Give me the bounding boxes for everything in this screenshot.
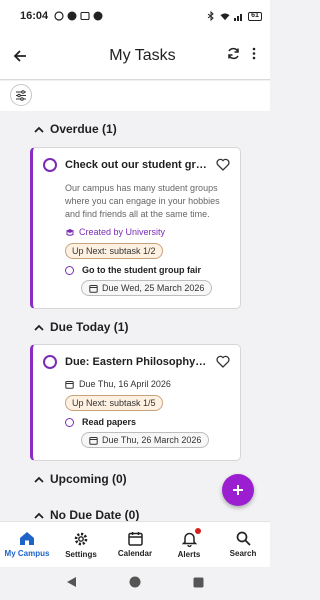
photo-icon bbox=[80, 11, 90, 21]
subtask-due-chip: Due Thu, 26 March 2026 bbox=[81, 432, 210, 448]
calendar-icon bbox=[89, 284, 98, 293]
nav-label: Search bbox=[229, 549, 257, 558]
nav-label: My Campus bbox=[4, 549, 50, 558]
circle-home-icon bbox=[129, 576, 141, 587]
section-upcoming-header[interactable]: Upcoming (0) bbox=[34, 472, 127, 486]
alert-dot bbox=[195, 528, 201, 534]
task-title: Check out our student groups! bbox=[65, 159, 208, 171]
filter-bar bbox=[0, 81, 270, 111]
signal-icon bbox=[234, 11, 244, 21]
section-due-today-label: Due Today (1) bbox=[50, 320, 129, 334]
back-button[interactable] bbox=[0, 49, 40, 63]
task-complete-checkbox[interactable] bbox=[43, 355, 57, 369]
filter-button[interactable] bbox=[10, 84, 32, 106]
page-title: My Tasks bbox=[109, 46, 176, 64]
system-nav-bar bbox=[0, 567, 270, 600]
app-bar: My Tasks bbox=[0, 32, 270, 80]
section-overdue-label: Overdue (1) bbox=[50, 122, 117, 136]
more-options-button[interactable] bbox=[252, 47, 256, 65]
chevron-up-icon bbox=[34, 126, 44, 133]
section-overdue-header[interactable]: Overdue (1) bbox=[34, 122, 117, 136]
bell-icon bbox=[181, 532, 197, 547]
nav-label: Alerts bbox=[177, 549, 201, 559]
triangle-back-icon bbox=[67, 576, 76, 587]
refresh-icon bbox=[228, 47, 239, 59]
chevron-up-icon bbox=[34, 512, 44, 519]
task-description: Our campus has many student groups where… bbox=[65, 183, 220, 219]
section-upcoming-label: Upcoming (0) bbox=[50, 472, 127, 486]
wifi-icon bbox=[220, 11, 230, 21]
nav-search[interactable]: Search bbox=[216, 522, 270, 567]
task-card[interactable]: Due: Eastern Philosophy fina... Due Thu,… bbox=[30, 344, 241, 461]
subtask-due-date: Due Thu, 26 March 2026 bbox=[102, 435, 202, 445]
status-time: 16:04 bbox=[20, 10, 49, 22]
calendar-icon bbox=[89, 436, 98, 445]
subtask-checkbox[interactable] bbox=[65, 417, 74, 427]
nav-my-campus[interactable]: My Campus bbox=[0, 522, 54, 567]
system-home-button[interactable] bbox=[129, 575, 141, 593]
section-no-due-date-header[interactable]: No Due Date (0) bbox=[34, 508, 139, 522]
subtask-title: Go to the student group fair bbox=[82, 265, 201, 275]
up-next-badge: Up Next: subtask 1/5 bbox=[65, 395, 163, 411]
subtask-due-date: Due Wed, 25 March 2026 bbox=[102, 283, 205, 293]
refresh-button[interactable] bbox=[227, 47, 240, 65]
bluetooth-icon bbox=[206, 11, 216, 21]
whatsapp-icon bbox=[54, 11, 64, 21]
bottom-nav: My Campus Settings Calendar Alerts Searc… bbox=[0, 521, 270, 567]
system-recents-button[interactable] bbox=[193, 575, 204, 593]
battery-icon: 61 bbox=[248, 11, 262, 21]
task-title: Due: Eastern Philosophy fina... bbox=[65, 356, 208, 368]
home-icon bbox=[20, 532, 34, 545]
messenger-icon bbox=[67, 11, 77, 21]
more-vertical-icon bbox=[252, 47, 256, 59]
subtask-checkbox[interactable] bbox=[65, 265, 74, 275]
heart-icon bbox=[216, 355, 230, 368]
calendar-icon bbox=[127, 532, 143, 546]
section-no-due-date-label: No Due Date (0) bbox=[50, 508, 140, 522]
calendar-icon bbox=[65, 380, 74, 389]
task-complete-checkbox[interactable] bbox=[43, 158, 57, 172]
section-due-today-header[interactable]: Due Today (1) bbox=[34, 320, 128, 334]
nav-settings[interactable]: Settings bbox=[54, 522, 108, 567]
task-creator: Created by University bbox=[79, 227, 166, 237]
spotify-icon bbox=[93, 11, 103, 21]
arrow-left-icon bbox=[13, 49, 26, 62]
gear-icon bbox=[74, 532, 88, 545]
search-icon bbox=[236, 531, 251, 546]
status-bar: 16:04 61 bbox=[0, 0, 270, 32]
nav-label: Calendar bbox=[117, 549, 153, 558]
subtask-title: Read papers bbox=[82, 417, 137, 427]
heart-icon bbox=[216, 158, 230, 171]
chevron-up-icon bbox=[34, 324, 44, 331]
plus-icon bbox=[233, 485, 243, 495]
favorite-button[interactable] bbox=[216, 355, 230, 373]
subtask-item[interactable]: Go to the student group fair bbox=[65, 265, 230, 275]
nav-label: Settings bbox=[65, 549, 97, 559]
graduation-cap-icon bbox=[65, 228, 75, 236]
nav-alerts[interactable]: Alerts bbox=[162, 522, 216, 567]
subtask-due-chip: Due Wed, 25 March 2026 bbox=[81, 280, 213, 296]
add-task-button[interactable] bbox=[222, 474, 254, 506]
task-due-date: Due Thu, 16 April 2026 bbox=[79, 379, 171, 389]
favorite-button[interactable] bbox=[216, 158, 230, 176]
task-card[interactable]: Check out our student groups! Our campus… bbox=[30, 147, 241, 309]
system-back-button[interactable] bbox=[66, 575, 77, 593]
sliders-icon bbox=[16, 89, 26, 101]
chevron-up-icon bbox=[34, 476, 44, 483]
nav-calendar[interactable]: Calendar bbox=[108, 522, 162, 567]
square-recents-icon bbox=[193, 577, 204, 587]
up-next-badge: Up Next: subtask 1/2 bbox=[65, 243, 163, 259]
subtask-item[interactable]: Read papers bbox=[65, 417, 230, 427]
